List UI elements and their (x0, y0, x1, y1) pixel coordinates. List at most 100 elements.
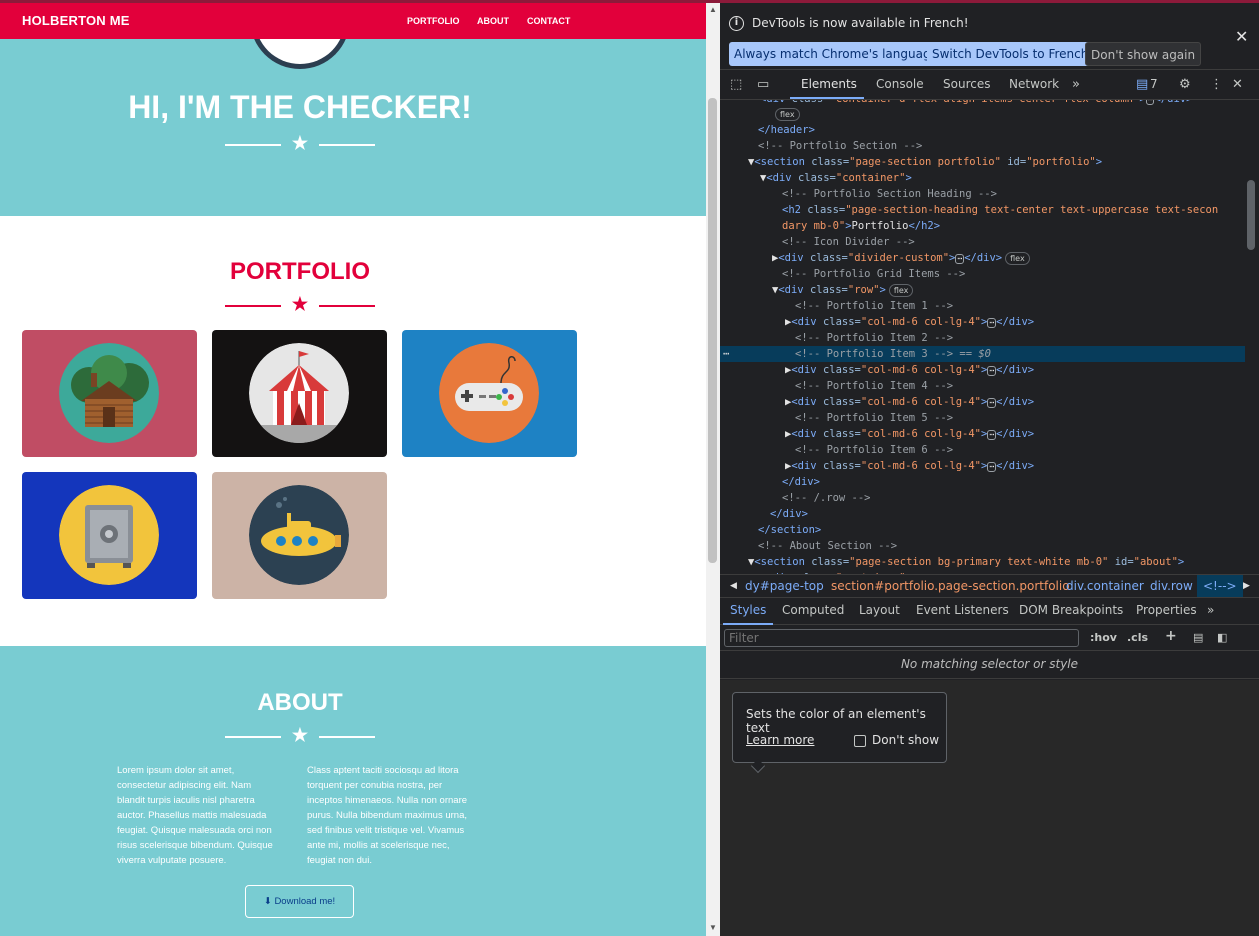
dom-line[interactable]: <!-- Portfolio Item 5 --> (720, 410, 1245, 426)
styles-subtabs: Styles Computed Layout Event Listeners D… (720, 599, 1259, 625)
page-scrollbar[interactable]: ▲ ▼ (706, 3, 720, 936)
scroll-up-arrow-icon[interactable]: ▲ (708, 5, 718, 14)
subtab-properties[interactable]: Properties (1136, 603, 1197, 617)
nav-link-about[interactable]: ABOUT (477, 16, 509, 26)
navbar-brand[interactable]: HOLBERTON ME (22, 13, 130, 28)
dom-line[interactable]: ▼<section class="page-section portfolio"… (720, 154, 1245, 170)
subtab-styles[interactable]: Styles (730, 603, 766, 617)
dont-show-label[interactable]: Don't show (872, 733, 939, 747)
tooltip-text: Sets the color of an element's text (746, 707, 926, 735)
dom-line[interactable]: dary mb-0">Portfolio</h2> (720, 218, 1245, 234)
inspect-element-icon[interactable]: ⬚ (730, 77, 742, 92)
dom-line[interactable]: ▼<section class="page-section bg-primary… (720, 554, 1245, 570)
portfolio-item-submarine[interactable] (212, 472, 387, 599)
submarine-icon (249, 485, 349, 585)
devtools-panel: i DevTools is now available in French! A… (720, 3, 1259, 936)
portfolio-heading: PORTFOLIO (230, 258, 370, 285)
subtab-dom-breakpoints[interactable]: DOM Breakpoints (1019, 603, 1123, 617)
portfolio-item-circus[interactable] (212, 330, 387, 457)
dom-line[interactable]: <h2 class="page-section-heading text-cen… (720, 202, 1245, 218)
dom-line[interactable]: ▶<div class="col-md-6 col-lg-4"> ⋯ </div> (720, 314, 1245, 330)
close-devtools-icon[interactable]: ✕ (1232, 77, 1243, 92)
nav-link-portfolio[interactable]: PORTFOLIO (407, 16, 460, 26)
cls-toggle[interactable]: .cls (1127, 631, 1148, 644)
portfolio-item-safe[interactable] (22, 472, 197, 599)
crumb-body[interactable]: dy#page-top (745, 575, 824, 597)
crumb-comment[interactable]: <!--> (1197, 575, 1243, 597)
dom-line[interactable]: ▶<div class="col-md-6 col-lg-4"> ⋯ </div> (720, 362, 1245, 378)
crumb-container[interactable]: div.container (1066, 575, 1144, 597)
crumb-row[interactable]: div.row (1150, 575, 1193, 597)
web-page-viewport: HOLBERTON ME PORTFOLIO ABOUT CONTACT HI,… (0, 3, 706, 936)
dont-show-again-button[interactable]: Don't show again (1085, 42, 1202, 66)
learn-more-link[interactable]: Learn more (746, 733, 814, 747)
about-heading: ABOUT (257, 689, 343, 716)
page-scroll-thumb[interactable] (708, 98, 717, 563)
switch-to-french-button[interactable]: Switch DevTools to French (927, 42, 1094, 66)
circus-tent-icon (249, 343, 349, 443)
dom-line[interactable]: <!-- About Section --> (720, 538, 1245, 554)
close-icon[interactable]: ✕ (1235, 27, 1248, 46)
portfolio-divider: ★ (225, 294, 375, 316)
css-property-tooltip: Sets the color of an element's text Lear… (732, 692, 947, 774)
tab-sources[interactable]: Sources (943, 77, 990, 91)
masthead-divider: ★ (225, 133, 375, 155)
more-options-icon[interactable]: ⋮ (1210, 77, 1223, 92)
scroll-down-arrow-icon[interactable]: ▼ (708, 923, 718, 932)
dom-line[interactable]: </div> (720, 474, 1245, 490)
subtab-event-listeners[interactable]: Event Listeners (916, 603, 1009, 617)
dom-line[interactable]: ▼<div class="row"> flex (720, 282, 1245, 298)
dom-line-selected[interactable]: ⋯ <!-- Portfolio Item 3 --> == $0 (720, 346, 1245, 362)
subtab-layout[interactable]: Layout (859, 603, 900, 617)
toggle-sidebar-icon[interactable]: ◧ (1217, 631, 1227, 644)
device-toolbar-icon[interactable]: ▭ (757, 77, 769, 92)
dom-line[interactable]: <!-- Portfolio Section Heading --> (720, 186, 1245, 202)
dom-line[interactable]: <!-- Portfolio Item 2 --> (720, 330, 1245, 346)
dom-line[interactable]: <!-- Portfolio Item 6 --> (720, 442, 1245, 458)
hov-toggle[interactable]: :hov (1090, 631, 1117, 644)
issues-count[interactable]: 7 (1150, 77, 1158, 91)
dom-line[interactable]: <!-- Icon Divider --> (720, 234, 1245, 250)
dom-line[interactable]: ▶<div class="divider-custom"> ⋯ </div> flex (720, 250, 1245, 266)
portfolio-item-game[interactable] (402, 330, 577, 457)
crumb-right-arrow-icon[interactable]: ▶ (1243, 575, 1250, 597)
dom-line[interactable]: <!-- Portfolio Item 4 --> (720, 378, 1245, 394)
dom-line[interactable]: <!-- Portfolio Section --> (720, 138, 1245, 154)
dom-line[interactable]: ▶<div class="col-md-6 col-lg-4"> ⋯ </div> (720, 426, 1245, 442)
dom-line[interactable]: ▶<div class="col-md-6 col-lg-4"> ⋯ </div> (720, 394, 1245, 410)
banner-text: DevTools is now available in French! (752, 16, 969, 30)
language-banner: i DevTools is now available in French! A… (720, 3, 1259, 70)
paint-brush-icon[interactable]: ▤ (1193, 631, 1203, 644)
settings-gear-icon[interactable]: ⚙ (1179, 77, 1191, 92)
tab-network[interactable]: Network (1009, 77, 1059, 91)
dom-scroll-thumb[interactable] (1247, 180, 1255, 250)
subtab-computed[interactable]: Computed (782, 603, 844, 617)
dom-line[interactable]: <!-- /.row --> (720, 490, 1245, 506)
dont-show-checkbox[interactable] (854, 735, 866, 747)
star-icon: ★ (291, 294, 309, 314)
portfolio-section: PORTFOLIO ★ (0, 216, 706, 646)
dom-line[interactable]: </header> (720, 122, 1245, 138)
crumb-section[interactable]: section#portfolio.page-section.portfolio (831, 575, 1070, 597)
dom-line[interactable]: </section> (720, 522, 1245, 538)
dom-line[interactable]: ▶<div class="col-md-6 col-lg-4"> ⋯ </div> (720, 458, 1245, 474)
game-controller-icon (439, 343, 539, 443)
dom-line[interactable]: ▼<div class="container"> (720, 170, 1245, 186)
more-tabs-icon[interactable]: » (1072, 77, 1080, 92)
new-style-rule-icon[interactable]: + (1165, 628, 1177, 644)
crumb-left-arrow-icon[interactable]: ◀ (730, 575, 737, 597)
styles-filter-input[interactable] (724, 629, 1079, 647)
tab-console[interactable]: Console (876, 77, 924, 91)
download-icon: ⬇ (263, 896, 272, 907)
issues-icon[interactable]: ▤ (1136, 77, 1148, 92)
dom-line[interactable]: <!-- Portfolio Grid Items --> (720, 266, 1245, 282)
always-match-language-button[interactable]: Always match Chrome's language (729, 42, 943, 66)
download-button[interactable]: ⬇ Download me! (245, 885, 354, 918)
tab-elements[interactable]: Elements (801, 77, 857, 91)
dom-line[interactable]: </div> (720, 506, 1245, 522)
portfolio-item-cabin[interactable] (22, 330, 197, 457)
nav-link-contact[interactable]: CONTACT (527, 16, 570, 26)
dom-scrollbar[interactable] (1246, 100, 1256, 574)
more-subtabs-icon[interactable]: » (1207, 603, 1214, 617)
dom-line[interactable]: <!-- Portfolio Item 1 --> (720, 298, 1245, 314)
